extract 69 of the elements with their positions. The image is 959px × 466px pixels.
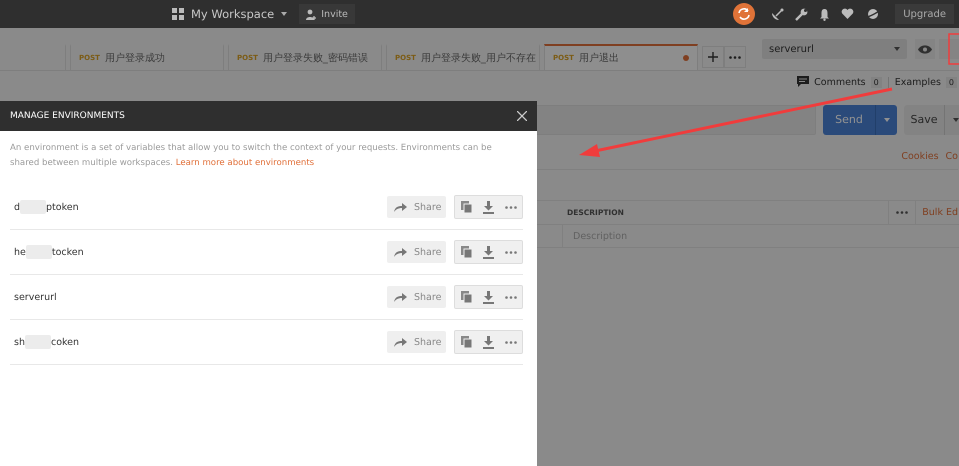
satellite-icon[interactable]: [771, 8, 784, 20]
share-button[interactable]: Share: [387, 196, 446, 218]
upgrade-button[interactable]: Upgrade: [895, 4, 954, 24]
eye-icon: [918, 44, 932, 54]
link[interactable]: Cookies: [901, 150, 939, 162]
share-arrow-icon: [394, 202, 407, 212]
invite-button[interactable]: Invite: [299, 4, 355, 24]
environment-quick-look-button[interactable]: [914, 39, 935, 59]
share-arrow-icon: [394, 337, 407, 347]
environment-dropdown[interactable]: serverurl: [762, 39, 907, 59]
learn-more-link[interactable]: Learn more about environments: [176, 158, 314, 168]
grid-icon: [172, 8, 184, 20]
wrench-icon[interactable]: [795, 8, 808, 20]
more-icon[interactable]: [504, 206, 516, 208]
more-icon[interactable]: [504, 340, 516, 344]
more-icon[interactable]: [504, 250, 516, 254]
caret-icon: [953, 118, 959, 122]
share-arrow-icon: [394, 292, 407, 302]
more-icon[interactable]: [896, 211, 908, 214]
plus-icon: [708, 52, 718, 62]
environment-name[interactable]: ptoken: [46, 202, 79, 212]
comment-icon: [797, 76, 810, 88]
download-icon[interactable]: [482, 290, 494, 304]
highlight-frame: [948, 33, 959, 65]
caret-icon: [894, 47, 900, 51]
count-badge: 0: [870, 76, 882, 88]
workspace-switcher[interactable]: My Workspace: [172, 7, 288, 21]
caret-icon: [884, 118, 890, 122]
copy-icon[interactable]: [460, 291, 472, 303]
share-button[interactable]: Share: [387, 241, 446, 263]
share-button[interactable]: Share: [387, 331, 446, 353]
tab-title: 用户登录成功: [104, 52, 165, 65]
copy-icon[interactable]: [460, 246, 472, 258]
tab-title: 用户登录失败_用户不存在: [420, 52, 536, 65]
new-tab-button[interactable]: [702, 46, 724, 68]
environment-name[interactable]: sh: [14, 336, 25, 348]
download-icon[interactable]: [482, 336, 494, 348]
environment-name[interactable]: d: [14, 202, 20, 212]
close-icon[interactable]: [517, 111, 527, 121]
copy-icon[interactable]: [460, 336, 472, 348]
sync-icon[interactable]: [733, 3, 756, 25]
download-icon[interactable]: [482, 200, 494, 214]
caret-icon: [281, 12, 288, 16]
more-button[interactable]: [724, 46, 746, 68]
share-button[interactable]: Share: [387, 286, 446, 308]
heart-icon[interactable]: [841, 8, 854, 20]
count-badge: 0: [946, 76, 957, 88]
bell-icon[interactable]: [819, 8, 830, 20]
bulk-edit-link[interactable]: Bulk Ed: [922, 207, 958, 218]
modal-title: MANAGE ENVIRONMENTS: [10, 111, 125, 121]
send-button[interactable]: Send: [823, 105, 897, 135]
comments-button[interactable]: Comments 0: [791, 76, 888, 88]
add-person-icon: [306, 8, 316, 20]
share-arrow-icon: [394, 247, 407, 257]
copy-icon[interactable]: [460, 201, 472, 213]
dropdown-value: serverurl: [769, 44, 814, 54]
download-icon[interactable]: [482, 246, 494, 258]
description-text: An environment is a set of variables that allow you to switch the context of your requests. Environments can be shared between multiple workspaces. Learn more about environments: [10, 142, 493, 170]
environment-name[interactable]: he: [14, 246, 26, 258]
more-icon: [729, 56, 741, 58]
tab-title: 用户登录失败_密码错误: [262, 52, 368, 65]
examples-button[interactable]: Examples 0: [888, 76, 959, 88]
environment-name[interactable]: coken: [50, 336, 80, 348]
environment-name[interactable]: serverurl: [14, 292, 57, 302]
save-button[interactable]: Save: [904, 105, 959, 135]
more-icon[interactable]: [504, 296, 516, 298]
tab-title: 用户退出: [578, 52, 619, 65]
environment-name[interactable]: tocken: [52, 246, 84, 258]
link[interactable]: Co: [946, 150, 958, 162]
